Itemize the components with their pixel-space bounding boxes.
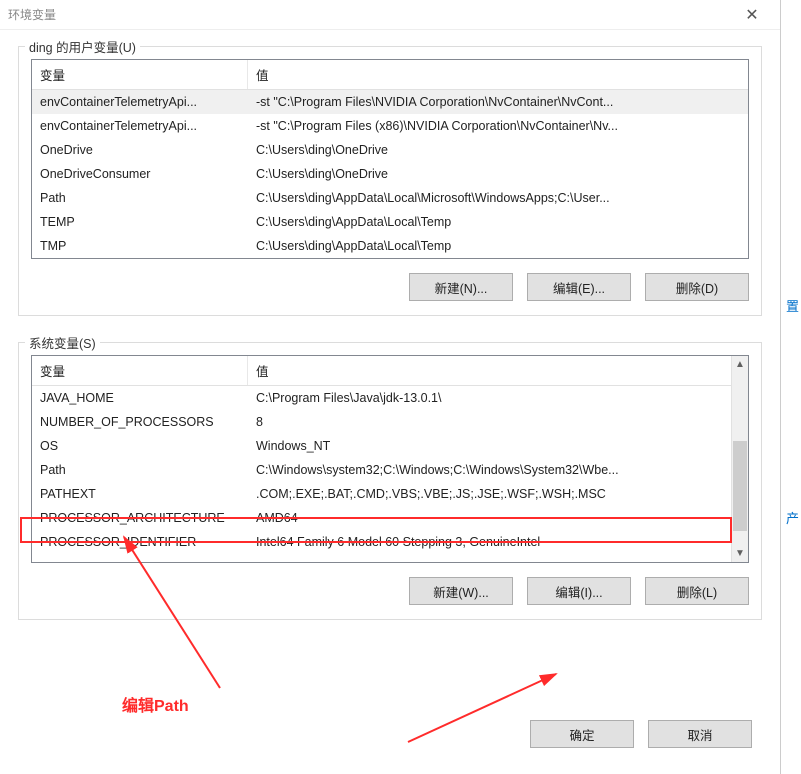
annotation-arrow-right bbox=[0, 0, 801, 774]
